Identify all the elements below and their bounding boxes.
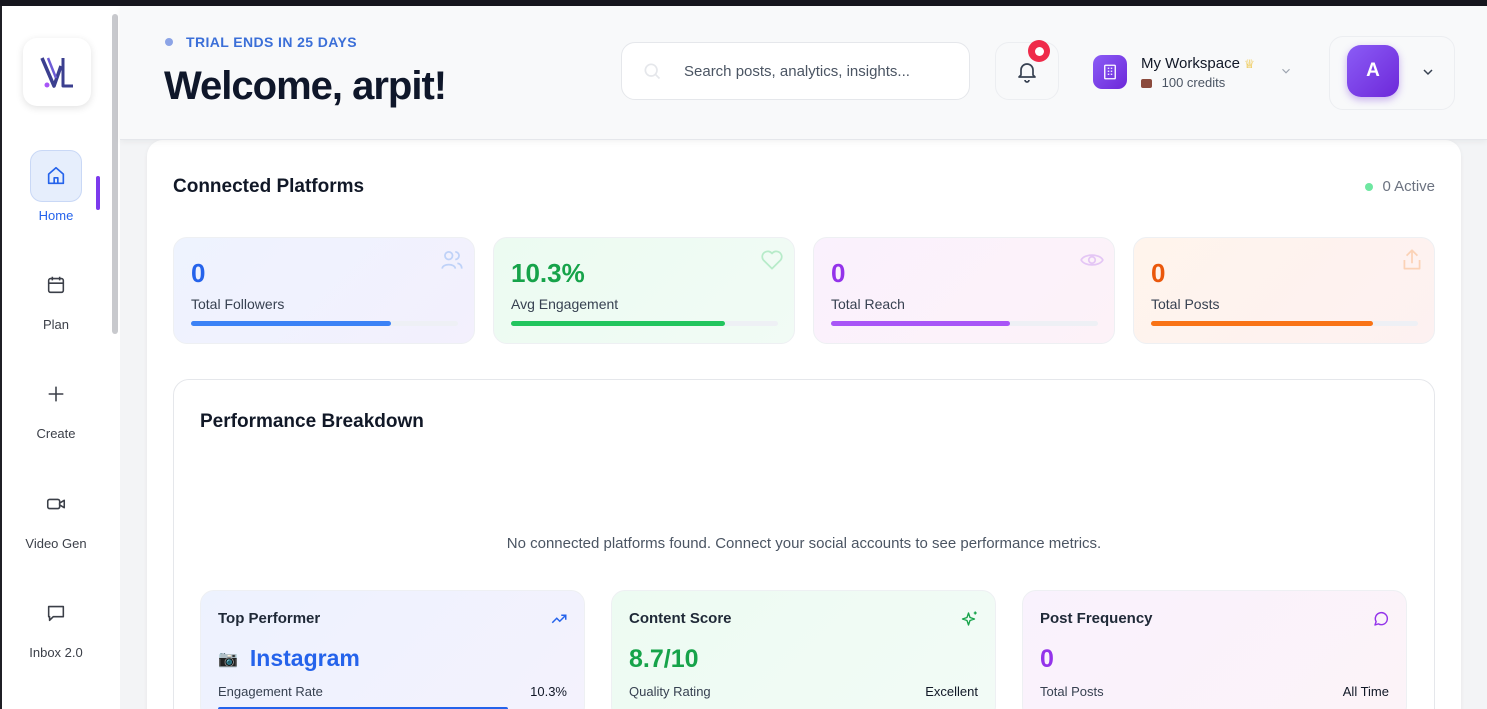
progress-fill xyxy=(1151,321,1373,326)
connected-platforms-title: Connected Platforms xyxy=(173,176,365,197)
page-header: TRIAL ENDS IN 25 DAYS Welcome, arpit! My… xyxy=(120,6,1487,140)
card-right-value: 10.3% xyxy=(530,684,567,699)
user-menu[interactable]: A xyxy=(1329,36,1455,110)
card-value: 0 xyxy=(1040,645,1054,673)
progress-fill xyxy=(191,321,392,326)
stat-label: Total Posts xyxy=(1151,296,1220,312)
card-right-value: All Time xyxy=(1342,684,1389,699)
search-icon xyxy=(644,63,661,80)
main-area: TRIAL ENDS IN 25 DAYS Welcome, arpit! My… xyxy=(120,6,1487,709)
bell-icon xyxy=(1018,63,1036,83)
post-frequency-card[interactable]: Post Frequency 0 Total Posts All Time xyxy=(1022,590,1407,709)
stat-value: 0 xyxy=(831,258,846,288)
stat-value: 10.3% xyxy=(511,258,585,288)
sidebar-item-label: Home xyxy=(38,208,74,223)
trial-dot xyxy=(165,38,173,46)
workspace-name: My Workspace xyxy=(1141,54,1240,72)
sidebar-item-home[interactable]: Home xyxy=(2,150,110,223)
briefcase-icon xyxy=(1141,78,1152,88)
card-subtitle: Total Posts xyxy=(1040,684,1104,699)
page-title: Welcome, arpit! xyxy=(164,64,447,108)
heart-icon xyxy=(761,250,783,270)
stat-card-reach[interactable]: 0 Total Reach xyxy=(813,237,1115,344)
performance-breakdown: Performance Breakdown No connected platf… xyxy=(173,379,1435,709)
search-box[interactable] xyxy=(621,42,970,100)
stat-card-engagement[interactable]: 10.3% Avg Engagement xyxy=(493,237,795,344)
progress-track xyxy=(1151,321,1418,326)
stat-card-posts[interactable]: 0 Total Posts xyxy=(1133,237,1435,344)
chat-icon xyxy=(30,587,82,639)
top-performer-card[interactable]: Top Performer 📷 Instagram Engagement Rat… xyxy=(200,590,585,709)
progress-track xyxy=(831,321,1098,326)
stat-card-followers[interactable]: 0 Total Followers xyxy=(173,237,475,344)
sparkles-icon xyxy=(961,611,977,626)
avatar[interactable]: A xyxy=(1347,45,1399,97)
content-score-card[interactable]: Content Score 8.7/10 Quality Rating Exce… xyxy=(611,590,996,709)
progress-track xyxy=(191,321,458,326)
performance-title: Performance Breakdown xyxy=(200,411,424,432)
sidebar-item-label: Plan xyxy=(42,317,70,332)
card-subtitle: Quality Rating xyxy=(629,684,711,699)
eye-icon xyxy=(1080,254,1104,266)
trending-up-icon xyxy=(551,614,567,624)
sidebar-item-create[interactable]: Create xyxy=(2,368,110,441)
workspace-credits: 100 credits xyxy=(1161,74,1226,90)
status-dot xyxy=(1365,182,1374,191)
sidebar-item-label: Video Gen xyxy=(25,536,87,551)
trial-text: TRIAL ENDS IN 25 DAYS xyxy=(186,34,357,50)
card-value: Instagram xyxy=(249,645,360,671)
stat-value: 0 xyxy=(1151,258,1166,288)
plus-icon xyxy=(30,368,82,420)
card-value: 8.7/10 xyxy=(629,645,699,673)
message-circle-icon xyxy=(1374,611,1389,626)
sidebar-item-video-gen[interactable]: Video Gen xyxy=(2,478,110,551)
share-icon xyxy=(1403,249,1421,270)
crown-icon: ♕ xyxy=(1244,56,1255,71)
notifications-button[interactable] xyxy=(995,40,1059,100)
notification-badge xyxy=(1028,40,1050,62)
calendar-icon xyxy=(30,259,82,311)
progress-track xyxy=(511,321,778,326)
card-subtitle: Engagement Rate xyxy=(218,684,323,699)
stat-value: 0 xyxy=(191,258,206,288)
search-input[interactable] xyxy=(684,62,944,80)
workspace-switcher[interactable]: My Workspace ♕ 100 credits xyxy=(1093,52,1303,92)
dashboard-content: Connected Platforms 0 Active 0 Total Fol… xyxy=(147,140,1461,709)
app-logo[interactable] xyxy=(23,38,91,106)
active-status: 0 Active xyxy=(1365,178,1435,195)
card-title: Post Frequency xyxy=(1040,610,1153,627)
sidebar-scrollbar[interactable] xyxy=(112,14,118,334)
video-icon xyxy=(30,478,82,530)
building-icon xyxy=(1093,55,1127,89)
progress-fill xyxy=(511,321,725,326)
camera-icon: 📷 xyxy=(218,650,238,668)
sidebar-item-label: Inbox 2.0 xyxy=(29,645,83,660)
card-right-value: Excellent xyxy=(925,684,978,699)
stat-label: Avg Engagement xyxy=(511,296,619,312)
stat-label: Total Followers xyxy=(191,296,285,312)
stat-label: Total Reach xyxy=(831,296,905,312)
card-title: Content Score xyxy=(629,610,732,627)
trial-banner: TRIAL ENDS IN 25 DAYS xyxy=(165,34,357,50)
active-count: 0 Active xyxy=(1382,178,1435,195)
empty-state-message: No connected platforms found. Connect yo… xyxy=(506,535,1102,552)
home-icon xyxy=(30,150,82,202)
logo-icon xyxy=(40,57,73,88)
chevron-down-icon xyxy=(1423,69,1433,76)
progress-fill xyxy=(831,321,1010,326)
chevron-down-icon xyxy=(1282,68,1290,74)
sidebar-item-label: Create xyxy=(36,426,76,441)
sidebar-item-inbox[interactable]: Inbox 2.0 xyxy=(2,587,110,660)
sidebar-item-plan[interactable]: Plan xyxy=(2,259,110,332)
card-title: Top Performer xyxy=(218,610,321,627)
users-icon xyxy=(441,251,463,269)
sidebar: Home Plan Create Video Gen Inbox 2.0 xyxy=(0,6,120,709)
